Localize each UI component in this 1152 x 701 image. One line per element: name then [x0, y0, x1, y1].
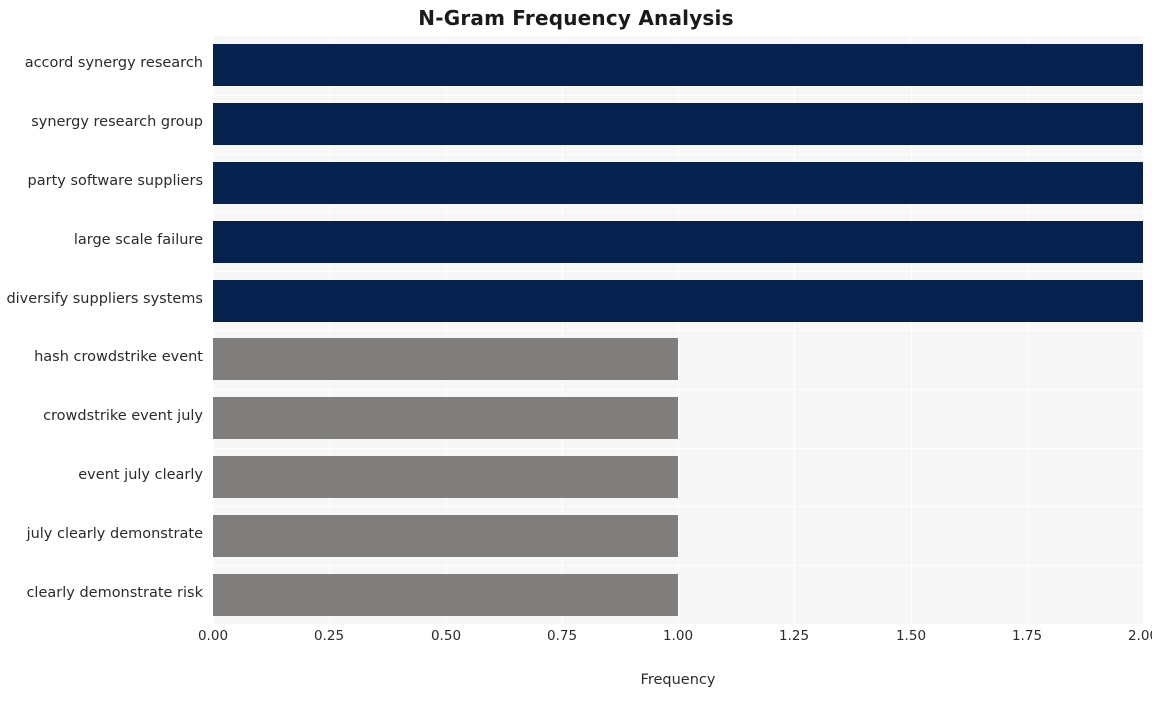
x-axis-tick-labels: 0.00 0.25 0.50 0.75 1.00 1.25 1.50 1.75 2.00: [198, 628, 1152, 650]
y-gridline: [213, 330, 1143, 331]
y-tick-label: large scale failure: [73, 232, 203, 248]
y-tick-label: diversify suppliers systems: [6, 291, 203, 307]
x-tick-label: 1.50: [895, 628, 927, 644]
x-tick-label: 1.75: [1011, 628, 1043, 644]
y-gridline: [213, 212, 1143, 213]
bar: [213, 515, 678, 557]
y-tick-label: synergy research group: [31, 114, 203, 130]
y-gridline: [213, 95, 1143, 96]
y-tick-label: party software suppliers: [27, 173, 203, 189]
bar: [213, 103, 1143, 145]
bar: [213, 338, 678, 380]
x-tick-label: 0.75: [546, 628, 578, 644]
bar: [213, 162, 1143, 204]
y-axis-tick-labels: accord synergy research synergy research …: [0, 36, 203, 624]
x-tick-label: 2.00: [1127, 628, 1152, 644]
y-tick-label: clearly demonstrate risk: [26, 585, 203, 601]
chart-figure: N-Gram Frequency Analysis accord synergy…: [0, 0, 1152, 701]
x-tick-label: 0.25: [313, 628, 345, 644]
y-tick-label: event july clearly: [78, 467, 203, 483]
y-gridline: [213, 448, 1143, 449]
y-tick-label: accord synergy research: [24, 55, 203, 71]
y-gridline: [213, 389, 1143, 390]
y-gridline: [213, 271, 1143, 272]
y-tick-label: july clearly demonstrate: [26, 526, 203, 542]
x-tick-label: 1.25: [778, 628, 810, 644]
y-tick-label: crowdstrike event july: [43, 408, 203, 424]
bar: [213, 397, 678, 439]
y-gridline: [213, 565, 1143, 566]
plot-area: [213, 36, 1143, 624]
bar: [213, 44, 1143, 86]
x-tick-label: 1.00: [662, 628, 694, 644]
bar: [213, 221, 1143, 263]
bar: [213, 456, 678, 498]
x-axis-label: Frequency: [640, 672, 716, 688]
bar: [213, 280, 1143, 322]
y-gridline: [213, 506, 1143, 507]
x-tick-label: 0.50: [430, 628, 462, 644]
bar: [213, 574, 678, 616]
y-gridline: [213, 154, 1143, 155]
y-tick-label: hash crowdstrike event: [34, 349, 203, 365]
x-tick-label: 0.00: [197, 628, 229, 644]
chart-title: N-Gram Frequency Analysis: [418, 6, 734, 30]
